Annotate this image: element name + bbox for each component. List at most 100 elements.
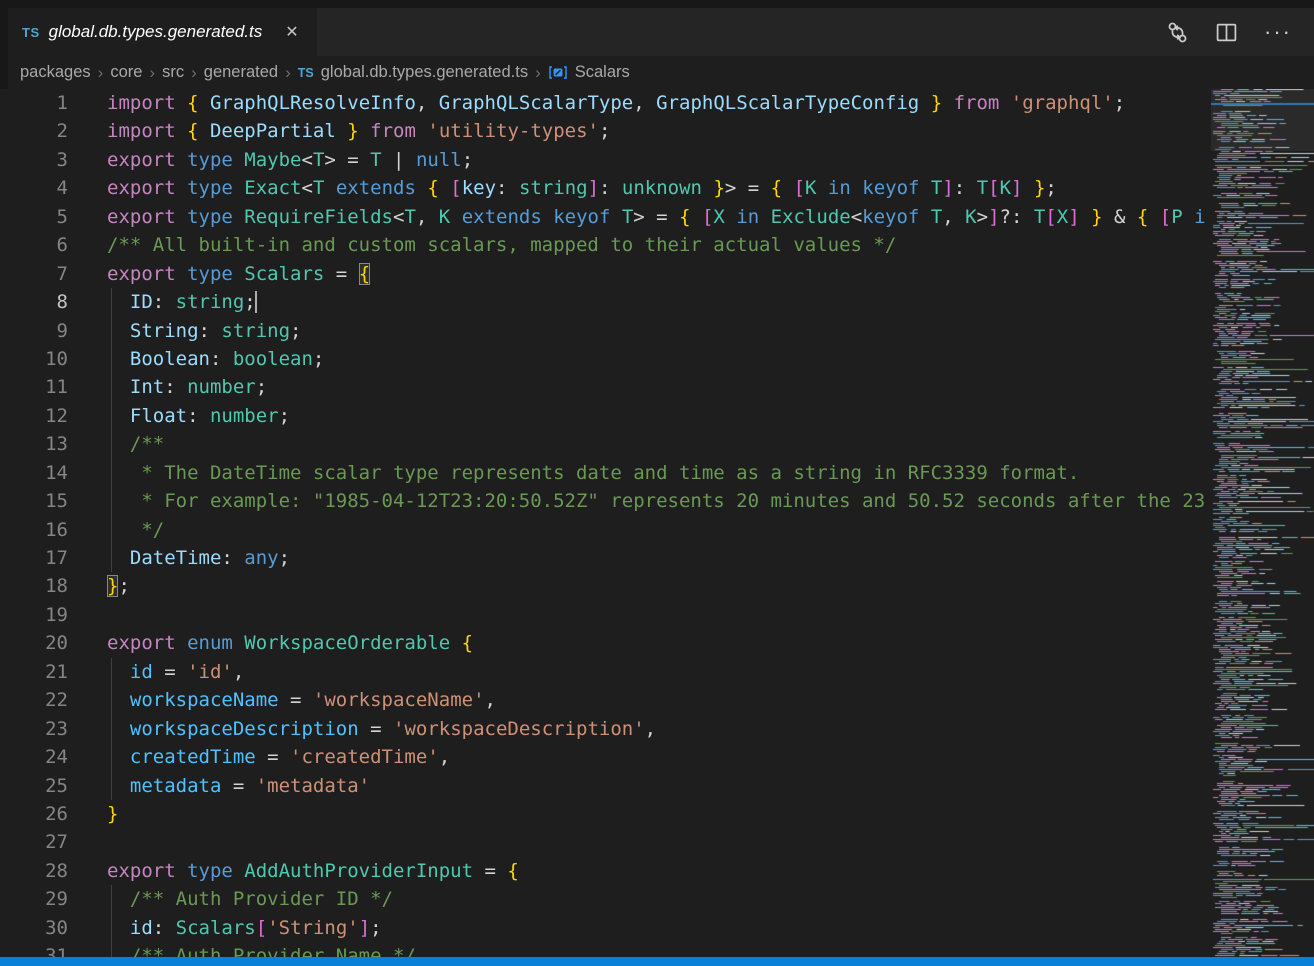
code-line[interactable]: [107, 601, 1205, 629]
code-line[interactable]: }: [107, 800, 1205, 828]
code-line[interactable]: * For example: "1985-04-12T23:20:50.52Z"…: [107, 487, 1205, 515]
indent-guide: [111, 544, 112, 572]
typescript-file-icon: TS: [22, 25, 40, 40]
symbol-type-icon: [548, 64, 568, 81]
code-lines[interactable]: import { GraphQLResolveInfo, GraphQLScal…: [107, 89, 1205, 957]
code-line[interactable]: /** Auth Provider Name */: [107, 942, 1205, 957]
breadcrumb-packages[interactable]: packages: [20, 63, 91, 82]
indent-guide: [111, 772, 112, 800]
code-line[interactable]: /**: [107, 430, 1205, 458]
tab-global-db-types[interactable]: TS global.db.types.generated.ts ✕: [8, 8, 317, 56]
indent-guide: [111, 658, 112, 686]
code-line[interactable]: createdTime = 'createdTime',: [107, 743, 1205, 771]
line-number[interactable]: 14: [0, 459, 68, 487]
code-line[interactable]: * The DateTime scalar type represents da…: [107, 459, 1205, 487]
indent-guide: [111, 317, 112, 345]
line-number[interactable]: 7: [0, 260, 68, 288]
chevron-right-icon: ›: [535, 63, 541, 83]
line-number[interactable]: 22: [0, 686, 68, 714]
line-number[interactable]: 11: [0, 373, 68, 401]
close-tab-icon[interactable]: ✕: [281, 20, 302, 44]
line-number[interactable]: 17: [0, 544, 68, 572]
line-number[interactable]: 10: [0, 345, 68, 373]
line-number[interactable]: 29: [0, 885, 68, 913]
minimap-canvas: [1211, 89, 1314, 957]
code-line[interactable]: export type AddAuthProviderInput = {: [107, 857, 1205, 885]
minimap-slider[interactable]: [1211, 89, 1314, 151]
code-line[interactable]: Int: number;: [107, 373, 1205, 401]
line-number[interactable]: 16: [0, 516, 68, 544]
line-number[interactable]: 21: [0, 658, 68, 686]
line-number[interactable]: 28: [0, 857, 68, 885]
code-line[interactable]: String: string;: [107, 317, 1205, 345]
chevron-right-icon: ›: [149, 63, 155, 83]
indent-guide: [111, 942, 112, 957]
code-line[interactable]: metadata = 'metadata': [107, 772, 1205, 800]
split-editor-icon[interactable]: [1215, 21, 1238, 44]
breadcrumb-core[interactable]: core: [110, 63, 142, 82]
line-number[interactable]: 3: [0, 146, 68, 174]
code-line[interactable]: export type Scalars = {: [107, 260, 1205, 288]
status-bar-edge: [0, 957, 1314, 966]
line-number[interactable]: 6: [0, 231, 68, 259]
open-changes-icon[interactable]: [1166, 21, 1189, 44]
indent-guide: [111, 487, 112, 515]
code-line[interactable]: import { DeepPartial } from 'utility-typ…: [107, 117, 1205, 145]
indent-guide: [111, 516, 112, 544]
code-line[interactable]: [107, 828, 1205, 856]
code-line[interactable]: id = 'id',: [107, 658, 1205, 686]
indent-guide: [111, 743, 112, 771]
line-number[interactable]: 25: [0, 772, 68, 800]
editor-tab-bar: TS global.db.types.generated.ts ✕ ···: [8, 8, 1314, 56]
code-line[interactable]: ID: string;: [107, 288, 1205, 316]
line-number[interactable]: 2: [0, 117, 68, 145]
line-number[interactable]: 13: [0, 430, 68, 458]
window-top-edge: [0, 0, 1314, 8]
code-line[interactable]: };: [107, 572, 1205, 600]
code-line[interactable]: export type Maybe<T> = T | null;: [107, 146, 1205, 174]
code-line[interactable]: workspaceName = 'workspaceName',: [107, 686, 1205, 714]
code-line[interactable]: Boolean: boolean;: [107, 345, 1205, 373]
code-line[interactable]: id: Scalars['String'];: [107, 914, 1205, 942]
indent-guide: [111, 430, 112, 458]
breadcrumb-src[interactable]: src: [162, 63, 184, 82]
line-number[interactable]: 18: [0, 572, 68, 600]
line-number[interactable]: 23: [0, 715, 68, 743]
code-editor[interactable]: 1234567891011121314151617181920212223242…: [0, 89, 1211, 957]
line-number[interactable]: 12: [0, 402, 68, 430]
line-number[interactable]: 30: [0, 914, 68, 942]
code-line[interactable]: */: [107, 516, 1205, 544]
code-line[interactable]: export type RequireFields<T, K extends k…: [107, 203, 1205, 231]
line-number-gutter[interactable]: 1234567891011121314151617181920212223242…: [0, 89, 68, 966]
chevron-right-icon: ›: [191, 63, 197, 83]
more-actions-icon[interactable]: ···: [1264, 27, 1292, 37]
code-line[interactable]: export enum WorkspaceOrderable {: [107, 629, 1205, 657]
code-line[interactable]: DateTime: any;: [107, 544, 1205, 572]
breadcrumb-filename[interactable]: global.db.types.generated.ts: [321, 63, 528, 82]
code-line[interactable]: import { GraphQLResolveInfo, GraphQLScal…: [107, 89, 1205, 117]
code-line[interactable]: /** All built-in and custom scalars, map…: [107, 231, 1205, 259]
code-line[interactable]: export type Exact<T extends { [key: stri…: [107, 174, 1205, 202]
minimap[interactable]: [1211, 89, 1314, 957]
indent-guide: [111, 373, 112, 401]
code-line[interactable]: workspaceDescription = 'workspaceDescrip…: [107, 715, 1205, 743]
line-number[interactable]: 27: [0, 828, 68, 856]
line-number[interactable]: 19: [0, 601, 68, 629]
code-line[interactable]: /** Auth Provider ID */: [107, 885, 1205, 913]
line-number[interactable]: 1: [0, 89, 68, 117]
line-number[interactable]: 15: [0, 487, 68, 515]
line-number[interactable]: 26: [0, 800, 68, 828]
breadcrumb-generated[interactable]: generated: [204, 63, 278, 82]
breadcrumb-symbol-scalars[interactable]: Scalars: [575, 63, 630, 82]
line-number[interactable]: 9: [0, 317, 68, 345]
line-number[interactable]: 4: [0, 174, 68, 202]
line-number[interactable]: 8: [0, 288, 68, 316]
indent-guide: [111, 402, 112, 430]
line-number[interactable]: 5: [0, 203, 68, 231]
code-line[interactable]: Float: number;: [107, 402, 1205, 430]
line-number[interactable]: 20: [0, 629, 68, 657]
chevron-right-icon: ›: [285, 63, 291, 83]
line-number[interactable]: 24: [0, 743, 68, 771]
indent-guide: [111, 686, 112, 714]
indent-guide: [111, 885, 112, 913]
